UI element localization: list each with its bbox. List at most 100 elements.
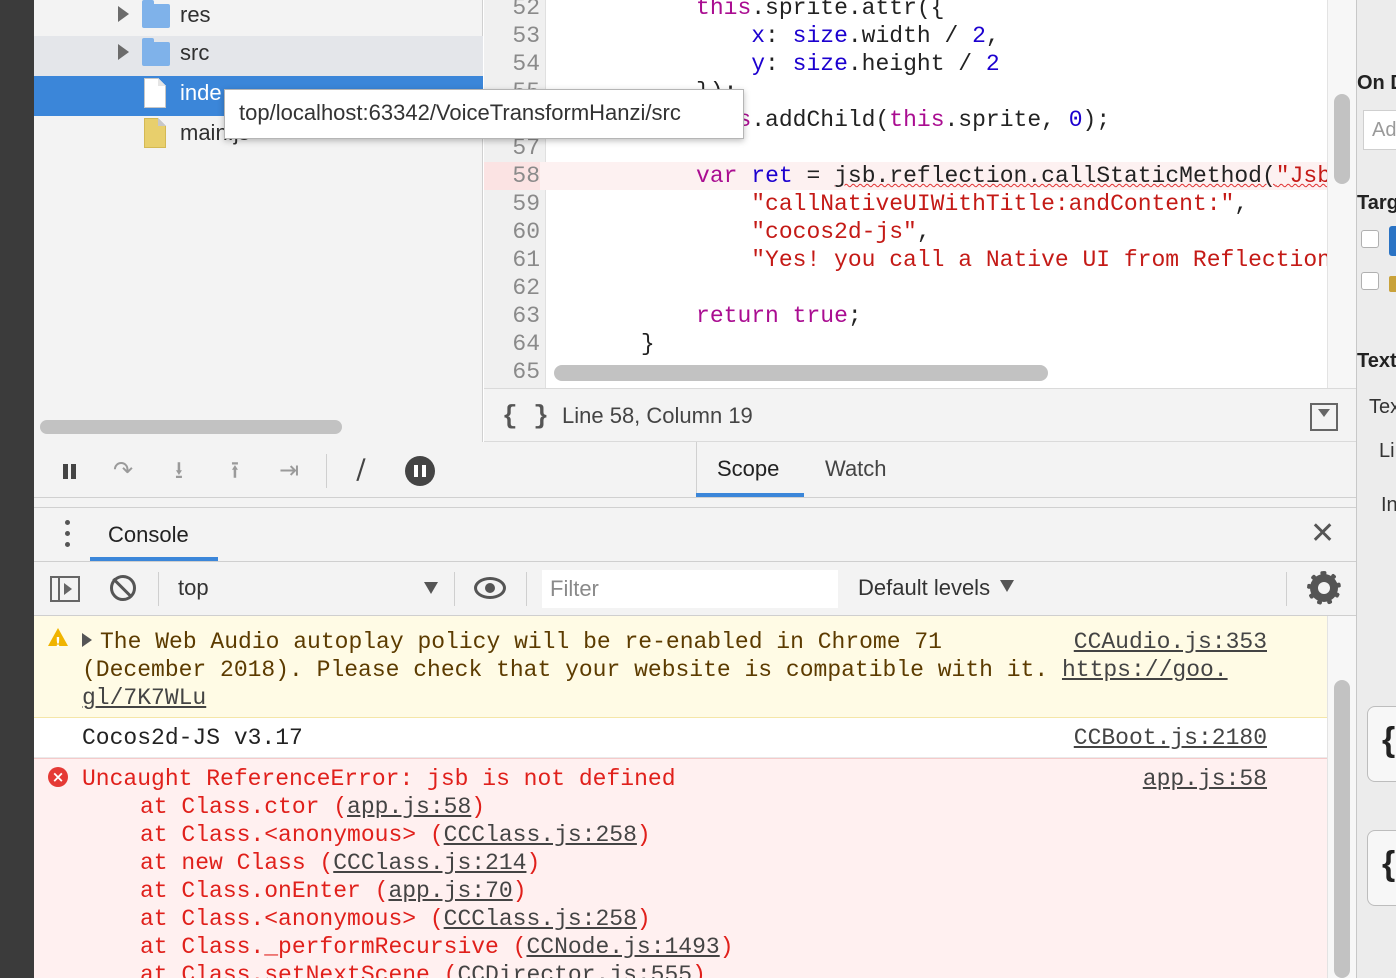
add-input[interactable]: Ad: [1363, 110, 1396, 150]
step-icon[interactable]: ⇥: [272, 454, 306, 488]
tree-item-label: res: [180, 2, 211, 27]
stack-frame-link[interactable]: app.js:70: [388, 878, 512, 904]
line-number: 60: [512, 219, 540, 245]
step-out-icon[interactable]: ⭱: [218, 454, 252, 488]
console-vertical-scrollbar[interactable]: [1334, 680, 1350, 978]
js-file-icon: [144, 118, 166, 148]
clear-console-icon[interactable]: [110, 575, 136, 601]
code-line: 63 return true;: [484, 302, 1327, 330]
console-error-message[interactable]: × Uncaught ReferenceError: jsb is not de…: [34, 758, 1327, 978]
tree-item-res[interactable]: res: [34, 0, 483, 38]
expand-arrow-icon[interactable]: [118, 6, 129, 22]
tree-item-label: inde: [180, 80, 222, 105]
code-line: 60 "cocos2d-js",: [484, 218, 1327, 246]
error-text: Uncaught ReferenceError: jsb is not defi…: [82, 766, 676, 792]
stack-frame-text: ): [526, 850, 541, 876]
left-edge-strip: [0, 0, 34, 978]
stack-frame-text: at Class.<anonymous> (: [140, 822, 444, 848]
chevron-down-icon: [1000, 580, 1015, 592]
warning-text: The Web Audio autoplay policy will be re…: [100, 629, 942, 655]
stack-frame-text: at Class.ctor (: [140, 794, 348, 820]
console-warning-message[interactable]: The Web Audio autoplay policy will be re…: [34, 616, 1327, 718]
folder-icon: [142, 38, 170, 66]
code-line: 61 "Yes! you call a Native UI from Refle…: [484, 246, 1327, 274]
warning-link[interactable]: https://goo.: [1062, 657, 1228, 683]
editor-vertical-scroll-track: [1327, 0, 1357, 442]
tab-watch[interactable]: Watch: [825, 456, 887, 482]
panel-label: Tex: [1369, 396, 1396, 418]
panel-label: Li: [1379, 440, 1395, 462]
panel-splitter[interactable]: [34, 498, 1356, 508]
warning-text: (December 2018). Please check that your …: [82, 657, 1062, 683]
expand-arrow-icon[interactable]: [118, 44, 129, 60]
stack-frame-text: at Class.onEnter (: [140, 878, 389, 904]
warning-icon: [48, 628, 68, 658]
stack-frame: at Class.<anonymous> (CCClass.js:258): [140, 821, 651, 849]
stack-frame-link[interactable]: CCNode.js:1493: [526, 934, 719, 960]
tree-item-src[interactable]: src: [34, 36, 483, 76]
pause-on-exceptions-icon[interactable]: [402, 454, 436, 488]
stack-frame-text: ): [719, 934, 734, 960]
stack-frame-text: ): [471, 794, 486, 820]
log-levels-selector[interactable]: Default levels: [858, 575, 1015, 601]
stack-frame-link[interactable]: CCClass.js:214: [333, 850, 526, 876]
pretty-print-button[interactable]: { }: [502, 401, 549, 431]
editor-horizontal-scrollbar[interactable]: [554, 365, 1048, 381]
tree-item-label: src: [180, 40, 210, 65]
right-inspector-panel: On D Ad Targ Text Tex Li In { {: [1356, 0, 1396, 978]
tree-horizontal-scrollbar[interactable]: [40, 420, 342, 434]
filter-input[interactable]: [542, 570, 838, 608]
step-into-icon[interactable]: ⭳: [162, 454, 196, 488]
source-link[interactable]: CCAudio.js:353: [1074, 628, 1267, 656]
toggle-debugger-sidebar-icon[interactable]: [1310, 403, 1338, 431]
toolbar-divider: [158, 572, 159, 606]
gear-icon[interactable]: [1307, 571, 1341, 605]
drawer-tab-bar: Console ✕: [34, 508, 1356, 562]
cursor-position: Line 58, Column 19: [562, 403, 753, 428]
panel-label: In: [1381, 494, 1396, 516]
stack-frame-link[interactable]: CCDirector.js:555: [457, 962, 692, 978]
source-link[interactable]: app.js:58: [1143, 765, 1267, 793]
tab-console[interactable]: Console: [108, 522, 189, 548]
deactivate-breakpoints-icon[interactable]: ⧸: [344, 454, 378, 488]
stack-frame-link[interactable]: CCClass.js:258: [444, 906, 637, 932]
stack-frame-text: at new Class (: [140, 850, 334, 876]
console-messages: The Web Audio autoplay policy will be re…: [34, 616, 1327, 978]
stack-frame-link[interactable]: app.js:58: [347, 794, 471, 820]
console-sidebar-icon[interactable]: [50, 576, 80, 602]
stack-frame-link[interactable]: CCClass.js:258: [444, 822, 637, 848]
panel-heading: On D: [1357, 72, 1396, 94]
eye-icon[interactable]: [474, 577, 506, 599]
log-levels-value: Default levels: [858, 575, 991, 600]
toolbar-divider: [326, 454, 327, 488]
step-over-icon[interactable]: ↷: [106, 454, 140, 488]
stack-frame: at Class.<anonymous> (CCClass.js:258): [140, 905, 651, 933]
stack-frame: at Class.setNextScene (CCDirector.js:555…: [140, 961, 706, 978]
braces-card[interactable]: {: [1367, 706, 1396, 782]
more-tools-icon[interactable]: [62, 520, 72, 550]
tab-scope[interactable]: Scope: [717, 456, 779, 482]
debugger-toolbar: ↷ ⭳ ⭱ ⇥ ⧸: [34, 442, 696, 498]
code-line: 62: [484, 274, 1327, 302]
code-editor[interactable]: 52 this.sprite.attr({ 53 x: size.width /…: [484, 0, 1327, 388]
source-link[interactable]: CCBoot.js:2180: [1074, 724, 1267, 752]
checkbox[interactable]: [1361, 272, 1379, 290]
file-icon: [1389, 276, 1396, 292]
checkbox[interactable]: [1361, 230, 1379, 248]
code-line: 52 this.sprite.attr({: [484, 0, 1327, 22]
pause-icon[interactable]: [52, 454, 86, 488]
warning-link[interactable]: gl/7K7WLu: [82, 685, 206, 711]
toolbar-divider: [1286, 572, 1287, 606]
stack-frame-text: ): [636, 906, 651, 932]
code-line: 54 y: size.height / 2: [484, 50, 1327, 78]
chevron-down-icon: [424, 582, 438, 594]
line-number: 62: [512, 275, 540, 301]
close-icon[interactable]: ✕: [1310, 516, 1335, 551]
log-text: Cocos2d-JS v3.17: [82, 725, 303, 751]
expand-arrow-icon[interactable]: [82, 633, 92, 647]
line-number: 52: [512, 0, 540, 21]
context-selector[interactable]: top: [178, 575, 438, 603]
debugger-sidebar-tabs: Scope Watch: [696, 442, 1356, 498]
braces-card[interactable]: {: [1367, 830, 1396, 906]
editor-vertical-scrollbar[interactable]: [1334, 94, 1350, 184]
